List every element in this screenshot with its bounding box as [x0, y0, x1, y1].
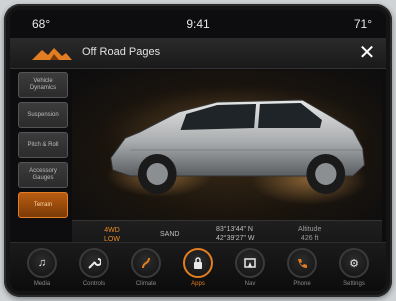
bottom-nav: ♫ Media Controls Climate Apps Nav Phone … — [10, 242, 386, 291]
close-button[interactable]: ✕ — [356, 42, 378, 64]
status-bar: 68° 9:41 71° — [10, 10, 386, 36]
suv-illustration — [101, 85, 373, 205]
side-tabs: Vehicle Dynamics Suspension Pitch & Roll… — [18, 72, 68, 222]
page-title: Off Road Pages — [82, 46, 161, 58]
music-icon: ♫ — [27, 248, 57, 278]
latitude: 83°13'44" N — [216, 226, 253, 233]
drive-mode-line1: 4WD — [104, 227, 120, 234]
nav-controls[interactable]: Controls — [74, 248, 114, 287]
vehicle-visualization — [72, 70, 382, 220]
page-header: Off Road Pages ✕ — [10, 38, 386, 69]
tab-accessory-gauges[interactable]: Accessory Gauges — [18, 162, 68, 188]
nav-label: Settings — [343, 281, 365, 287]
nav-climate[interactable]: Climate — [126, 248, 166, 287]
nav-nav[interactable]: Nav — [230, 248, 270, 287]
nav-label: Controls — [82, 281, 106, 287]
nav-label: Media — [33, 281, 51, 287]
tab-suspension[interactable]: Suspension — [18, 102, 68, 128]
apps-icon — [183, 248, 213, 278]
nav-label: Apps — [191, 281, 205, 287]
close-icon: ✕ — [358, 42, 376, 64]
mountain-logo-icon — [32, 48, 72, 60]
nav-label: Phone — [293, 281, 311, 287]
nav-icon — [235, 248, 265, 278]
temperature-right: 71° — [353, 17, 372, 31]
nav-settings[interactable]: ⚙ Settings — [334, 248, 374, 287]
nav-label: Nav — [244, 281, 256, 287]
wrench-icon — [79, 248, 109, 278]
nav-phone[interactable]: Phone — [282, 248, 322, 287]
nav-label: Climate — [135, 281, 157, 287]
infotainment-device: 68° 9:41 71° Off Road Pages ✕ Vehicle Dy… — [4, 4, 392, 297]
terrain-mode: SAND — [160, 231, 180, 238]
altitude-label: Altitude — [298, 226, 322, 233]
tab-vehicle-dynamics[interactable]: Vehicle Dynamics — [18, 72, 68, 98]
clock: 9:41 — [186, 17, 210, 31]
tab-pitch-roll[interactable]: Pitch & Roll — [18, 132, 68, 158]
tab-terrain[interactable]: Terrain — [18, 192, 68, 218]
altitude: Altitude 426 ft — [298, 225, 321, 243]
screen: 68° 9:41 71° Off Road Pages ✕ Vehicle Dy… — [10, 10, 386, 291]
nav-apps[interactable]: Apps — [178, 248, 218, 287]
nav-media[interactable]: ♫ Media — [22, 248, 62, 287]
climate-icon — [131, 248, 161, 278]
gps-coordinates: 83°13'44" N 42°39'27" W — [216, 225, 255, 243]
phone-icon — [287, 248, 317, 278]
settings-icon: ⚙ — [339, 248, 369, 278]
